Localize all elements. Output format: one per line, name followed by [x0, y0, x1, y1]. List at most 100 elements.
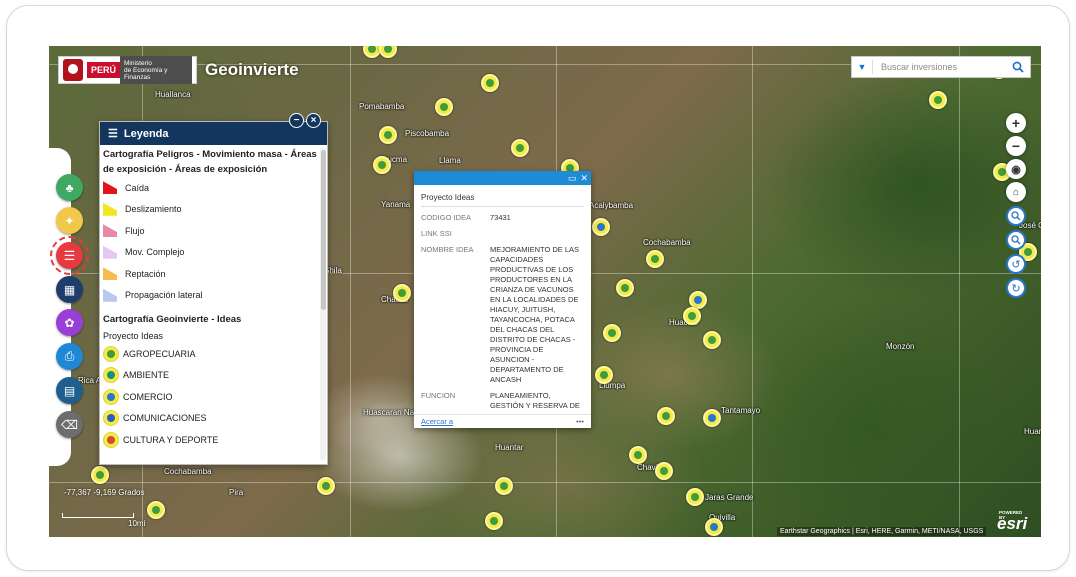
legend-item-label: Mov. Complejo [125, 247, 185, 258]
project-marker[interactable] [435, 98, 453, 116]
project-marker[interactable] [603, 324, 621, 342]
powered-by-label: POWERED BY [999, 510, 1023, 520]
place-label: Yanama [381, 200, 411, 209]
analysis-tool-icon[interactable]: ✿ [56, 309, 83, 336]
legend-item-label: Deslizamiento [125, 204, 182, 215]
project-marker[interactable] [147, 501, 165, 519]
ministry-logo: PERÚ Ministerio de Economía y Finanzas [58, 56, 198, 84]
legend-item-label: Caída [125, 182, 150, 193]
popup-row: NOMBRE IDEA MEJORAMIENTO DE LAS CAPACIDA… [421, 245, 584, 385]
project-marker[interactable] [686, 488, 704, 506]
place-label: Pira [229, 488, 244, 497]
place-label: Monzón [886, 342, 915, 351]
popup-panel: ▭ ✕ Proyecto Ideas CODIGO IDEA 73431 LIN… [414, 171, 591, 428]
close-icon[interactable]: × [306, 113, 321, 128]
project-marker[interactable] [655, 462, 673, 480]
project-marker[interactable] [485, 512, 503, 530]
place-label: Piscobamba [405, 129, 450, 138]
legend-swatch [103, 267, 117, 281]
project-marker[interactable] [592, 218, 610, 236]
clear-tool-icon[interactable]: ⌫ [56, 411, 83, 438]
project-marker[interactable] [683, 307, 701, 325]
zoom-in-button[interactable]: + [1006, 113, 1026, 133]
popup-key: LINK SSI [421, 229, 452, 238]
legend-item: COMUNICACIONES [103, 408, 319, 430]
search-icon[interactable] [1006, 57, 1030, 77]
project-marker[interactable] [646, 250, 664, 268]
legend-subtitle: Proyecto Ideas [103, 331, 164, 341]
legend-section-title: Cartografía Geoinvierte - Ideas [103, 314, 242, 325]
more-options-icon[interactable]: ••• [576, 417, 584, 426]
project-marker[interactable] [703, 409, 721, 427]
home-icon[interactable]: ⌂ [1006, 182, 1026, 202]
ideas-tool-icon[interactable]: ✦ [56, 207, 83, 234]
popup-value: PLANEAMIENTO, GESTIÓN Y RESERVA DE [490, 391, 580, 410]
search-dropdown-icon[interactable]: ▼ [852, 62, 872, 72]
project-marker[interactable] [629, 446, 647, 464]
legend-item: Caída [103, 177, 319, 199]
place-label: Huantar [495, 443, 524, 452]
legend-section1-list: Caída Deslizamiento Flujo Mov. Complejo Rept… [103, 177, 319, 306]
project-marker[interactable] [705, 518, 723, 536]
redo-icon[interactable]: ↻ [1006, 278, 1026, 298]
minimize-icon[interactable]: − [289, 113, 304, 128]
place-label: Huallanca [155, 90, 191, 99]
zoom-out-button[interactable]: − [1006, 136, 1026, 156]
undo-icon[interactable]: ↺ [1006, 254, 1026, 274]
legend-item: COMERCIO [103, 386, 319, 408]
locate-icon[interactable]: ◉ [1006, 159, 1026, 179]
legend-section-title: Cartografía Peligros - Movimiento masa -… [103, 149, 317, 175]
popup-footer: Acercar a ••• [414, 414, 591, 428]
legend-item-label: Reptación [125, 268, 166, 279]
search-input[interactable]: Buscar inversiones [873, 62, 1006, 72]
popup-title: Proyecto Ideas [421, 193, 584, 207]
project-marker[interactable] [481, 74, 499, 92]
project-marker[interactable] [657, 407, 675, 425]
legend-panel: ☰ Leyenda Cartografía Peligros - Movimie… [99, 121, 328, 465]
popup-value: 73431 [490, 213, 511, 222]
zoom-box-in-icon[interactable] [1006, 206, 1026, 226]
project-marker[interactable] [393, 284, 411, 302]
brand-title: Geoinvierte [205, 60, 299, 79]
map-gridline [959, 46, 960, 537]
legend-item-label: AMBIENTE [123, 370, 170, 381]
maximize-icon[interactable]: ▭ [568, 173, 577, 183]
map-attribution: Earthstar Geographics | Esri, HERE, Garm… [777, 527, 987, 536]
project-marker[interactable] [929, 91, 947, 109]
project-marker[interactable] [91, 466, 109, 484]
project-marker[interactable] [379, 126, 397, 144]
place-label: Acalybamba [589, 201, 634, 210]
legend-item: AGROPECUARIA [103, 343, 319, 365]
legend-body: Cartografía Peligros - Movimiento masa -… [103, 147, 319, 461]
project-marker[interactable] [379, 46, 397, 58]
project-marker[interactable] [703, 331, 721, 349]
zoom-box-out-icon[interactable] [1006, 230, 1026, 250]
zoom-to-link[interactable]: Acercar a [421, 417, 453, 426]
project-marker[interactable] [511, 139, 529, 157]
project-marker[interactable] [616, 279, 634, 297]
esri-logo: POWERED BY esri [997, 510, 1027, 534]
legend-list-icon: ☰ [108, 128, 118, 140]
project-marker[interactable] [595, 366, 613, 384]
category-icon [103, 410, 119, 427]
place-label: Cochabamba [164, 467, 212, 476]
legend-scroll-thumb[interactable] [321, 150, 326, 310]
legend-tool-icon[interactable]: ☰ [50, 236, 89, 275]
place-label: Jaras Grande [705, 493, 754, 502]
place-label: Pomabamba [359, 102, 405, 111]
project-marker[interactable] [317, 477, 335, 495]
map-gridline [350, 46, 351, 537]
category-icon [103, 345, 119, 362]
ministry-line2: de Economía y Finanzas [124, 66, 168, 81]
project-marker[interactable] [373, 156, 391, 174]
project-marker[interactable] [495, 477, 513, 495]
popup-key: CODIGO IDEA [421, 213, 472, 222]
print-icon[interactable]: ⎙ [56, 343, 83, 370]
header-logo[interactable]: PERÚ Ministerio de Economía y Finanzas G… [58, 56, 299, 84]
scale-bar [62, 513, 134, 518]
category-icon [103, 367, 119, 384]
layers-tool-icon[interactable]: ▦ [56, 276, 83, 303]
report-tool-icon[interactable]: ▤ [56, 377, 83, 404]
close-icon[interactable]: ✕ [580, 173, 588, 183]
user-tool-icon[interactable]: ♣ [56, 174, 83, 201]
